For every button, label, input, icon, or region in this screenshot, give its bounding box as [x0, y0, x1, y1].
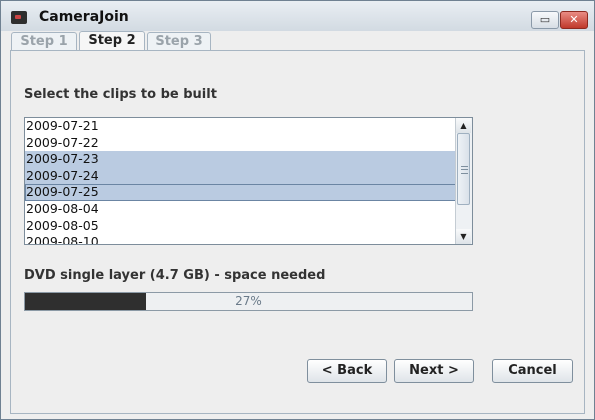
list-item[interactable]: 2009-07-22 — [25, 135, 457, 152]
list-item[interactable]: 2009-08-10 — [25, 234, 457, 244]
space-needed-label: DVD single layer (4.7 GB) - space needed — [24, 268, 326, 283]
grip-icon — [461, 166, 468, 174]
title-bar[interactable]: CameraJoin ▭ ✕ — [1, 1, 594, 31]
list-item[interactable]: 2009-08-04 — [25, 201, 457, 218]
tab-step-3[interactable]: Step 3 — [147, 32, 211, 51]
list-item[interactable]: 2009-08-05 — [25, 218, 457, 235]
camerajoin-window: CameraJoin ▭ ✕ Step 1 Step 2 Step 3 Sele… — [0, 0, 595, 420]
list-item[interactable]: 2009-07-23 — [25, 151, 457, 168]
clips-list-rows: 2009-07-21 2009-07-22 2009-07-23 2009-07… — [25, 118, 457, 244]
minimize-icon[interactable]: ▭ — [531, 11, 559, 29]
list-item[interactable]: 2009-07-25 — [25, 184, 457, 201]
progress-percent: 27% — [235, 294, 262, 308]
clips-label: Select the clips to be built — [24, 87, 217, 102]
tab-step-1[interactable]: Step 1 — [11, 32, 77, 51]
scrollbar-thumb[interactable] — [457, 133, 470, 205]
camera-icon — [11, 11, 27, 24]
clips-scrollbar[interactable]: ▲ ▼ — [455, 118, 472, 244]
list-item[interactable]: 2009-07-24 — [25, 167, 457, 185]
scroll-up-icon[interactable]: ▲ — [456, 118, 471, 133]
tab-step-2[interactable]: Step 2 — [79, 31, 145, 52]
window-title: CameraJoin — [39, 9, 129, 25]
next-button[interactable]: Next > — [394, 359, 474, 383]
close-icon[interactable]: ✕ — [560, 11, 588, 29]
list-item[interactable]: 2009-07-21 — [25, 118, 457, 135]
back-button[interactable]: < Back — [307, 359, 387, 383]
space-progress-bar: 27% — [24, 292, 473, 311]
cancel-button[interactable]: Cancel — [492, 359, 573, 383]
clips-list[interactable]: 2009-07-21 2009-07-22 2009-07-23 2009-07… — [24, 117, 473, 245]
scroll-down-icon[interactable]: ▼ — [456, 229, 471, 244]
